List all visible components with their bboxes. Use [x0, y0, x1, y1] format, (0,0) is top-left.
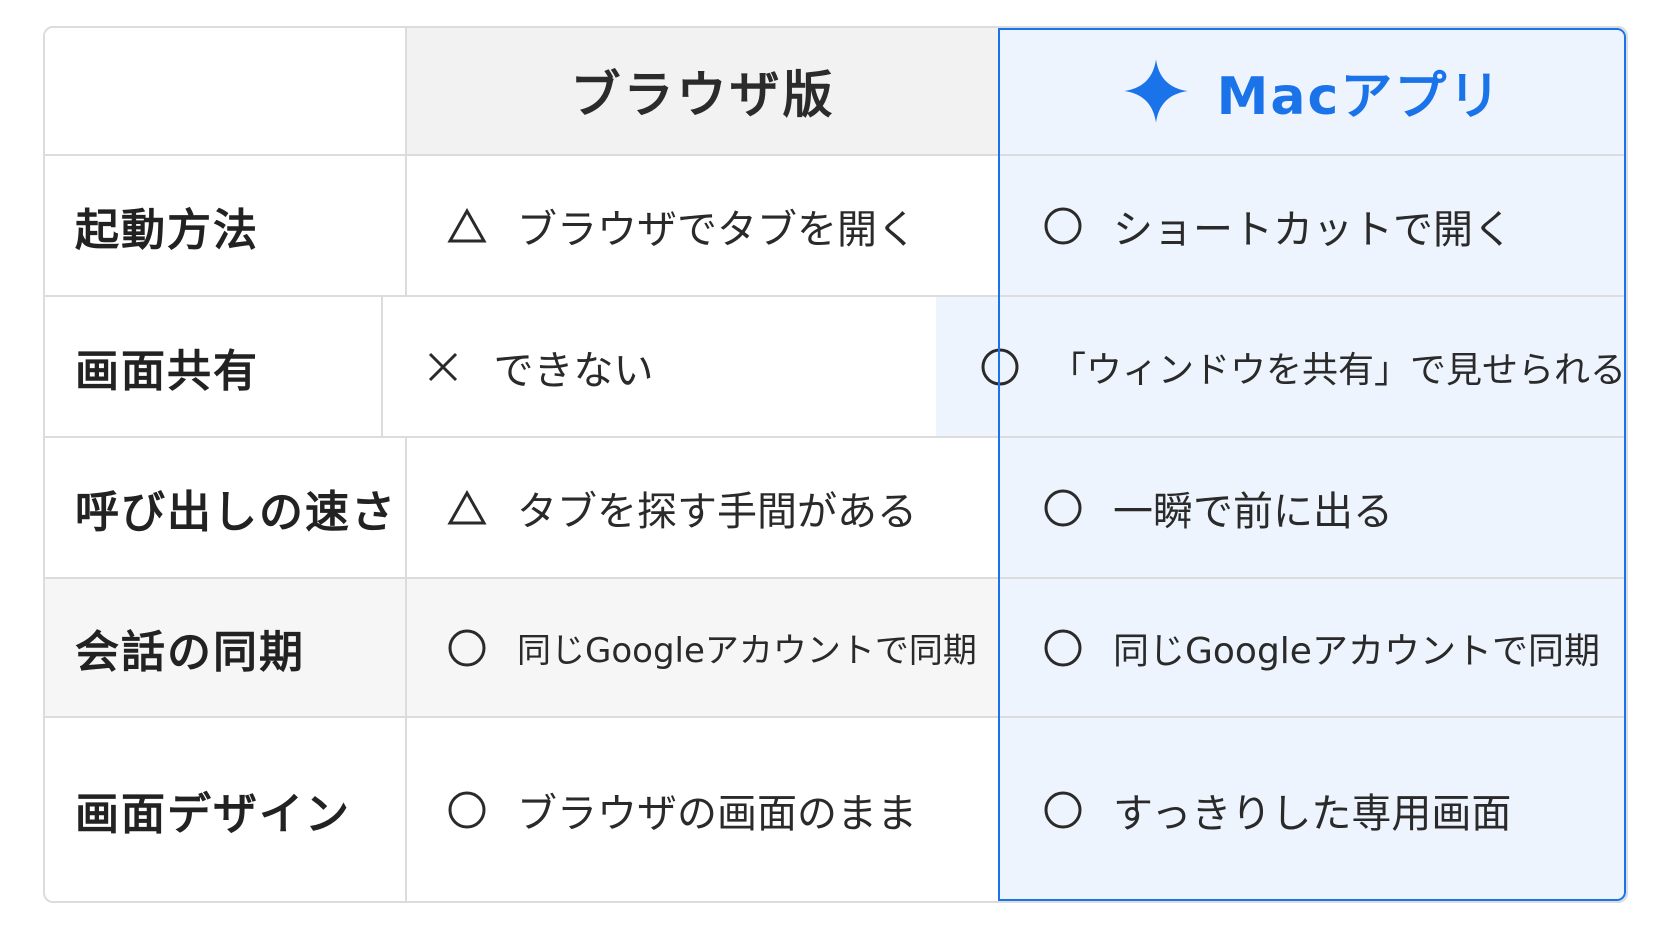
header-browser-cell: ブラウザ版 — [407, 28, 999, 154]
row-label: 起動方法 — [45, 156, 407, 295]
mac-cell-text: 同じGoogleアカウントで同期 — [1113, 630, 1600, 672]
triangle-icon — [445, 207, 489, 244]
browser-cell: 同じGoogleアカウントで同期 — [407, 579, 999, 716]
mac-cell-text: 「ウィンドウを共有」で見せられる — [1049, 349, 1626, 391]
triangle-icon — [445, 489, 489, 526]
row-label-text: 画面共有 — [75, 345, 259, 397]
mac-cell-text: 一瞬で前に出る — [1113, 488, 1393, 535]
header-mac-cell: Macアプリ — [999, 28, 1626, 154]
cross-icon — [421, 349, 465, 385]
row-label: 画面共有 — [45, 297, 384, 436]
mac-column-title: Macアプリ — [1216, 66, 1503, 127]
browser-cell-text: 同じGoogleアカウントで同期 — [517, 631, 977, 671]
circle-icon — [1041, 628, 1085, 668]
mac-cell-text: すっきりした専用画面 — [1113, 790, 1512, 837]
row-label-text: 起動方法 — [75, 204, 259, 256]
mac-cell: ショートカットで開く — [999, 156, 1626, 295]
table-header-row: ブラウザ版 Macアプリ — [45, 28, 1626, 156]
browser-cell: ブラウザの画面のまま — [407, 718, 999, 901]
browser-column-title: ブラウザ版 — [570, 66, 836, 124]
row-label: 画面デザイン — [45, 718, 407, 901]
browser-cell: タブを探す手間がある — [407, 438, 999, 577]
row-label: 呼び出しの速さ — [45, 438, 407, 577]
table-row: 画面デザイン ブラウザの画面のまま すっきりした専用画面 — [45, 718, 1626, 901]
row-label-text: 呼び出しの速さ — [75, 486, 397, 538]
browser-cell: ブラウザでタブを開く — [407, 156, 999, 295]
mac-cell: 一瞬で前に出る — [999, 438, 1626, 577]
browser-cell-text: できない — [493, 347, 654, 394]
table-row: 起動方法 ブラウザでタブを開く ショートカットで開く — [45, 156, 1626, 297]
browser-cell-text: ブラウザの画面のまま — [517, 790, 917, 837]
comparison-table: ブラウザ版 Macアプリ 起動方法 ブラウザでタブを開く ショートカットで開く — [43, 26, 1628, 903]
mac-cell: 同じGoogleアカウントで同期 — [999, 579, 1626, 716]
table-row: 画面共有 できない 「ウィンドウを共有」で見せられる — [45, 297, 1626, 438]
browser-cell: できない — [383, 297, 936, 436]
circle-icon — [445, 790, 489, 830]
row-label: 会話の同期 — [45, 579, 407, 716]
circle-icon — [1041, 206, 1085, 246]
browser-cell-text: タブを探す手間がある — [517, 488, 917, 535]
circle-icon — [445, 628, 489, 668]
circle-icon — [978, 347, 1022, 387]
mac-cell: すっきりした専用画面 — [999, 718, 1626, 901]
header-empty-cell — [45, 28, 407, 154]
table-row: 会話の同期 同じGoogleアカウントで同期 同じGoogleアカウントで同期 — [45, 579, 1626, 718]
mac-cell-text: ショートカットで開く — [1113, 206, 1513, 253]
browser-cell-text: ブラウザでタブを開く — [517, 206, 917, 253]
table-row: 呼び出しの速さ タブを探す手間がある 一瞬で前に出る — [45, 438, 1626, 579]
row-label-text: 画面デザイン — [75, 788, 351, 840]
mac-cell: 「ウィンドウを共有」で見せられる — [935, 297, 1626, 436]
row-label-text: 会話の同期 — [75, 626, 305, 678]
circle-icon — [1041, 488, 1085, 528]
sparkle-icon — [1123, 59, 1188, 123]
circle-icon — [1041, 790, 1085, 830]
